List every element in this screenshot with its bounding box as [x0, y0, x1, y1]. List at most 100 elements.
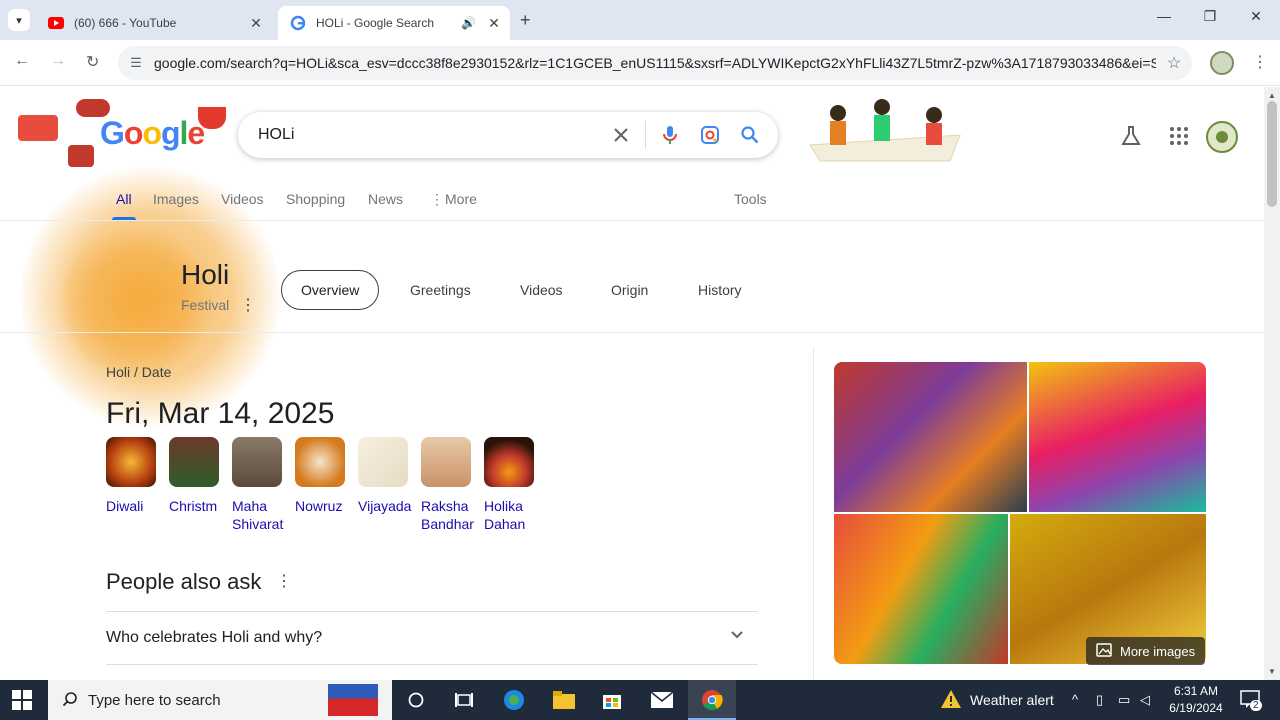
holi-image[interactable]	[834, 514, 1008, 664]
entity-title: Holi	[181, 259, 230, 290]
chip-videos[interactable]: Videos	[501, 270, 582, 310]
holiday-thumbnail	[421, 437, 471, 487]
chevron-down-icon[interactable]	[730, 627, 744, 643]
image-icon	[1096, 642, 1112, 661]
tab-shopping[interactable]: Shopping	[286, 191, 345, 207]
browser-tabstrip: ▾ (60) 666 - YouTube ✕ HOLi - Google Sea…	[0, 0, 1280, 40]
edge-icon[interactable]	[502, 688, 526, 712]
more-dots-icon[interactable]: ⋮	[430, 191, 444, 208]
entity-subtitle: Festival	[181, 297, 230, 313]
tab-videos[interactable]: Videos	[221, 191, 264, 207]
tab-more[interactable]: More	[445, 191, 477, 207]
system-clock[interactable]: 6:31 AM 6/19/2024	[1164, 683, 1228, 717]
taskbar-search[interactable]: Type here to search	[48, 680, 392, 720]
doodle-box-icon	[68, 145, 94, 167]
related-holiday[interactable]: Holika Dahan	[484, 437, 544, 533]
close-window-icon[interactable]: ✕	[1236, 8, 1276, 25]
weather-alert-button[interactable]: Weather alert	[940, 680, 1054, 720]
tab-search-dropdown[interactable]: ▾	[8, 9, 30, 31]
reload-icon[interactable]: ↻	[86, 52, 99, 72]
related-holiday[interactable]: Diwali	[106, 437, 166, 515]
minimize-icon[interactable]: —	[1144, 8, 1184, 24]
battery-icon[interactable]: ▯	[1096, 692, 1103, 708]
url-text[interactable]: google.com/search?q=HOLi&sca_esv=dccc38f…	[154, 55, 1156, 71]
chip-greetings[interactable]: Greetings	[391, 270, 490, 310]
holiday-label: Maha Shivarat	[232, 498, 284, 532]
chip-origin[interactable]: Origin	[592, 270, 668, 310]
tab-images[interactable]: Images	[153, 191, 199, 207]
related-holiday[interactable]: Christm	[169, 437, 229, 515]
more-options-icon[interactable]: ⋮	[276, 571, 292, 591]
related-holiday[interactable]: Maha Shivarat	[232, 437, 292, 533]
search-icon[interactable]	[730, 112, 770, 158]
search-input[interactable]	[258, 126, 601, 144]
task-view-icon[interactable]	[452, 688, 476, 712]
google-logo[interactable]: Google	[100, 115, 205, 152]
back-icon[interactable]: ←	[14, 52, 30, 70]
bookmark-star-icon[interactable]: ☆	[1156, 53, 1192, 73]
scroll-up-icon[interactable]: ▲	[1268, 91, 1276, 100]
account-avatar[interactable]	[1206, 121, 1238, 158]
volume-muted-icon[interactable]: ◁	[1140, 692, 1150, 708]
related-holiday[interactable]: Raksha Bandhar	[421, 437, 481, 533]
tab-youtube[interactable]: (60) 666 - YouTube ✕	[36, 6, 272, 40]
scroll-down-icon[interactable]: ▼	[1268, 667, 1276, 676]
file-explorer-icon[interactable]	[552, 688, 576, 712]
holi-image[interactable]	[834, 362, 1027, 512]
more-images-button[interactable]: More images	[1086, 637, 1206, 665]
clear-icon[interactable]	[601, 112, 641, 158]
profile-avatar[interactable]	[1210, 51, 1234, 75]
labs-flask-icon[interactable]	[1120, 125, 1142, 152]
breadcrumb: Holi / Date	[106, 364, 171, 380]
address-bar-row: ← → ↻ ☰ google.com/search?q=HOLi&sca_esv…	[0, 40, 1280, 86]
holiday-label: Diwali	[106, 498, 144, 514]
holiday-thumbnail	[106, 437, 156, 487]
forward-icon[interactable]: →	[50, 52, 66, 70]
related-holiday[interactable]: Nowruz	[295, 437, 355, 515]
new-tab-icon[interactable]: +	[520, 10, 531, 31]
search-icon	[62, 691, 78, 712]
tools-button[interactable]: Tools	[734, 191, 767, 207]
chrome-menu-icon[interactable]: ⋮	[1252, 52, 1268, 72]
voice-search-icon[interactable]	[650, 112, 690, 158]
divider	[106, 611, 758, 612]
close-tab-icon[interactable]: ✕	[484, 15, 504, 32]
site-info-icon[interactable]: ☰	[118, 55, 154, 71]
holi-image[interactable]	[1029, 362, 1206, 512]
paa-question[interactable]: Who celebrates Holi and why?	[106, 629, 322, 647]
tab-title: (60) 666 - YouTube	[74, 16, 177, 30]
tab-google-search[interactable]: HOLi - Google Search 🔊 ✕	[278, 6, 510, 40]
network-icon[interactable]: ▭	[1118, 692, 1130, 708]
mail-icon[interactable]	[650, 688, 674, 712]
google-icon	[290, 15, 306, 31]
chip-overview[interactable]: Overview	[281, 270, 380, 310]
tab-news[interactable]: News	[368, 191, 403, 207]
omnibox[interactable]: ☰ google.com/search?q=HOLi&sca_esv=dccc3…	[118, 46, 1192, 80]
holiday-label: Christm	[169, 498, 218, 514]
related-holiday[interactable]: Vijayada	[358, 437, 418, 515]
speaker-icon[interactable]: 🔊	[461, 16, 476, 30]
page-scrollbar[interactable]: ▲ ▼	[1264, 87, 1280, 680]
windows-start-icon[interactable]	[12, 690, 32, 710]
breadcrumb-holi[interactable]: Holi	[106, 364, 130, 380]
holiday-thumbnail	[232, 437, 282, 487]
taskbar-search-placeholder: Type here to search	[88, 691, 221, 709]
apps-grid-icon[interactable]	[1168, 125, 1190, 152]
youtube-icon	[48, 15, 64, 31]
holiday-thumbnail	[484, 437, 534, 487]
breadcrumb-separator: /	[134, 364, 142, 380]
store-icon[interactable]	[600, 688, 624, 712]
scrollbar-thumb[interactable]	[1267, 101, 1277, 207]
holiday-thumbnail	[295, 437, 345, 487]
chip-history[interactable]: History	[679, 270, 761, 310]
tray-overflow-icon[interactable]: ^	[1072, 692, 1078, 707]
chrome-icon[interactable]	[700, 688, 724, 712]
restore-icon[interactable]: ❐	[1190, 8, 1230, 25]
search-box[interactable]	[238, 112, 778, 158]
more-options-icon[interactable]: ⋮	[240, 295, 256, 315]
tab-all[interactable]: All	[112, 191, 136, 220]
holi-doodle-illustration[interactable]	[800, 95, 968, 167]
lens-search-icon[interactable]	[690, 112, 730, 158]
cortana-icon[interactable]	[404, 688, 428, 712]
close-tab-icon[interactable]: ✕	[246, 15, 266, 32]
